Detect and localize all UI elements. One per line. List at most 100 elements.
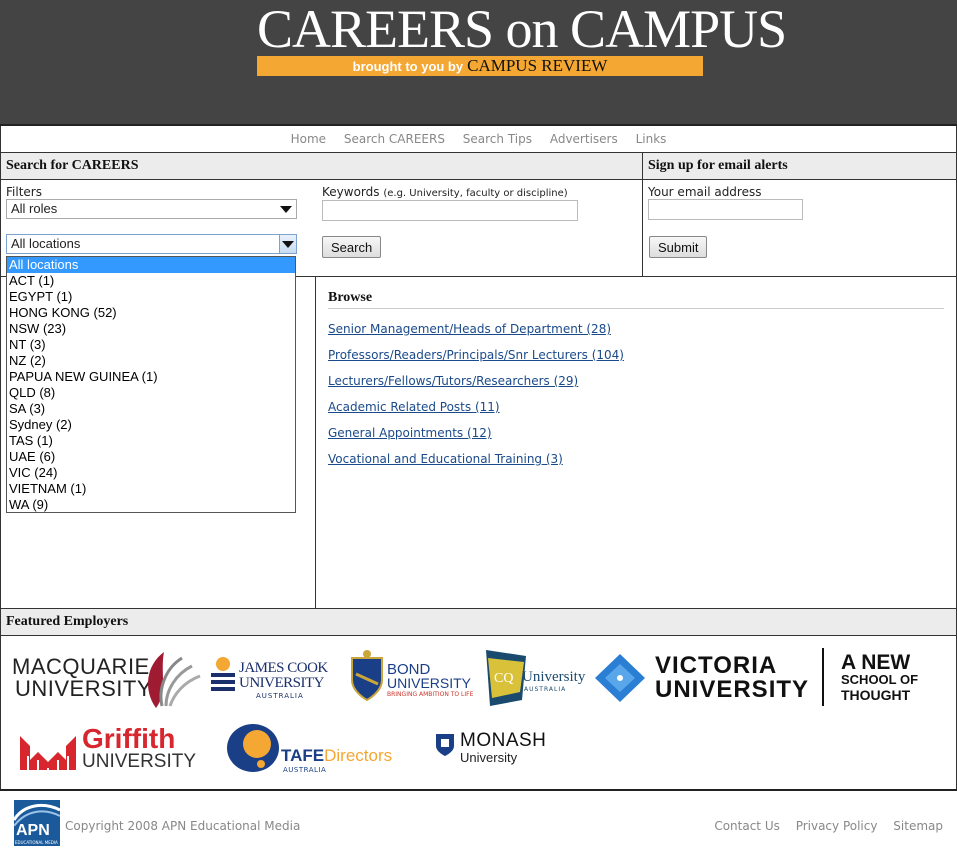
apn-logo[interactable]: APN EDUCATIONAL MEDIA — [14, 800, 60, 846]
bond-university-logo[interactable]: BOND UNIVERSITY BRINGING AMBITION TO LIF… — [350, 650, 474, 705]
email-label: Your email address — [648, 185, 762, 199]
chevron-down-icon — [280, 206, 292, 213]
james-cook-university-logo[interactable]: JAMES COOK UNIVERSITY AUSTRALIA — [210, 652, 330, 702]
search-button[interactable]: Search — [322, 236, 382, 258]
locations-select[interactable]: All locations — [6, 234, 297, 254]
victoria-university-logo[interactable]: VICTORIA UNIVERSITY A NEW SCHOOL OF THOU… — [593, 648, 923, 708]
footer-link-contact[interactable]: Contact Us — [714, 819, 780, 833]
alerts-panel-heading: Sign up for email alerts — [642, 152, 957, 180]
monash-crest-icon — [436, 734, 454, 756]
locations-select-value: All locations — [11, 236, 81, 251]
victoria-university-word: UNIVERSITY — [655, 676, 810, 703]
macquarie-name: MACQUARIE — [12, 654, 150, 679]
victoria-diamond-icon — [595, 654, 645, 702]
site-logo-title[interactable]: CAREERS on CAMPUS — [257, 0, 787, 58]
monash-university-logo[interactable]: MONASH University — [434, 730, 554, 770]
location-option[interactable]: Sydney (2) — [7, 417, 295, 433]
location-option[interactable]: NSW (23) — [7, 321, 295, 337]
browse-link-senior-management[interactable]: Senior Management/Heads of Department (2… — [328, 322, 611, 336]
nav-search-careers[interactable]: Search CAREERS — [344, 132, 445, 146]
nav-advertisers[interactable]: Advertisers — [550, 132, 618, 146]
victoria-name: VICTORIA — [655, 652, 778, 679]
tafe-directors-logo[interactable]: TAFEDirectors AUSTRALIA — [225, 722, 415, 774]
location-option[interactable]: VIC (24) — [7, 465, 295, 481]
tafe-name: TAFE — [281, 746, 325, 765]
tafe-directors-word: Directors — [324, 746, 393, 765]
footer-links: Contact Us Privacy Policy Sitemap — [702, 819, 943, 833]
location-option[interactable]: ACT (1) — [7, 273, 295, 289]
email-input[interactable] — [648, 199, 803, 220]
location-option[interactable]: HONG KONG (52) — [7, 305, 295, 321]
jcu-university-word: UNIVERSITY — [239, 675, 325, 691]
victoria-tagline-3: THOUGHT — [841, 687, 911, 703]
logo-brand: CAMPUS REVIEW — [467, 56, 608, 75]
filters-label: Filters — [6, 185, 42, 199]
griffith-university-logo[interactable]: Griffith UNIVERSITY — [18, 724, 208, 774]
browse-link-academic-related[interactable]: Academic Related Posts (11) — [328, 400, 500, 414]
footer-link-sitemap[interactable]: Sitemap — [893, 819, 943, 833]
keywords-label-text: Keywords — [322, 185, 380, 199]
victoria-tagline-1: A NEW — [841, 651, 911, 674]
copyright-text: Copyright 2008 APN Educational Media — [65, 819, 301, 833]
location-option[interactable]: All locations — [7, 257, 295, 273]
nav-links[interactable]: Links — [636, 132, 667, 146]
nav-home[interactable]: Home — [291, 132, 326, 146]
locations-dropdown-button — [279, 235, 296, 253]
macquarie-university-word: UNIVERSITY — [15, 676, 153, 701]
bond-tagline: BRINGING AMBITION TO LIFE — [387, 691, 474, 698]
bond-crest-icon — [351, 650, 383, 702]
site-header: CAREERS on CAMPUS brought to you by CAMPU… — [0, 0, 957, 126]
location-option[interactable]: UAE (6) — [7, 449, 295, 465]
victoria-tagline-2: SCHOOL OF — [841, 672, 919, 687]
browse-link-general-appointments[interactable]: General Appointments (12) — [328, 426, 492, 440]
location-option[interactable]: WA (9) — [7, 497, 295, 513]
griffith-name: Griffith — [82, 723, 176, 754]
monash-university-word: University — [460, 750, 518, 765]
cq-university-logo[interactable]: CQ University AUSTRALIA — [484, 648, 586, 708]
griffith-university-word: UNIVERSITY — [82, 751, 197, 772]
apn-logo-text: APN — [16, 822, 50, 839]
search-panel-heading: Search for CAREERS — [0, 152, 643, 180]
submit-button[interactable]: Submit — [649, 236, 708, 258]
roles-select[interactable]: All roles — [6, 199, 297, 219]
tafe-country: AUSTRALIA — [283, 766, 327, 774]
employers-heading: Featured Employers — [0, 608, 957, 636]
cqu-country: AUSTRALIA — [524, 686, 567, 693]
nav-search-tips[interactable]: Search Tips — [463, 132, 532, 146]
browse-link-lecturers[interactable]: Lecturers/Fellows/Tutors/Researchers (29… — [328, 374, 578, 388]
griffith-emblem-icon — [20, 736, 76, 770]
location-option[interactable]: EGYPT (1) — [7, 289, 295, 305]
victoria-divider — [822, 648, 824, 706]
cqu-initials: CQ — [494, 671, 513, 686]
location-option[interactable]: NT (3) — [7, 337, 295, 353]
browse-link-professors[interactable]: Professors/Readers/Principals/Snr Lectur… — [328, 348, 624, 362]
location-option[interactable]: QLD (8) — [7, 385, 295, 401]
location-option[interactable]: SA (3) — [7, 401, 295, 417]
monash-name: MONASH — [460, 730, 547, 751]
browse-heading: Browse — [328, 290, 944, 309]
page: CAREERS on CAMPUS brought to you by CAMPU… — [0, 0, 957, 858]
location-option[interactable]: VIETNAM (1) — [7, 481, 295, 497]
locations-dropdown-list[interactable]: All locations ACT (1) EGYPT (1) HONG KON… — [6, 256, 296, 513]
macquarie-university-logo[interactable]: MACQUARIE UNIVERSITY — [12, 650, 201, 710]
main-nav: Home Search CAREERS Search Tips Advertis… — [0, 126, 957, 152]
macquarie-emblem-icon — [148, 652, 201, 708]
jcu-country: AUSTRALIA — [256, 692, 304, 700]
location-option[interactable]: PAPUA NEW GUINEA (1) — [7, 369, 295, 385]
cqu-university-word: University — [522, 669, 586, 685]
roles-select-value: All roles — [11, 201, 58, 216]
keywords-hint: (e.g. University, faculty or discipline) — [383, 188, 568, 199]
tafe-emblem-icon — [227, 724, 279, 772]
browse-link-vocational[interactable]: Vocational and Educational Training (3) — [328, 452, 563, 466]
location-option[interactable]: NZ (2) — [7, 353, 295, 369]
keywords-label: Keywords (e.g. University, faculty or di… — [322, 185, 568, 199]
location-option[interactable]: TAS (1) — [7, 433, 295, 449]
footer-divider — [0, 789, 957, 791]
tafe-wordmark: TAFEDirectors — [281, 746, 392, 766]
site-logo-bar[interactable]: brought to you by CAMPUS REVIEW — [257, 56, 703, 76]
footer-link-privacy[interactable]: Privacy Policy — [796, 819, 878, 833]
keywords-input[interactable] — [322, 200, 578, 221]
apn-logo-subtitle: EDUCATIONAL MEDIA — [15, 840, 58, 845]
jcu-emblem-icon — [211, 657, 235, 691]
logo-subtitle: brought to you by — [352, 59, 464, 74]
